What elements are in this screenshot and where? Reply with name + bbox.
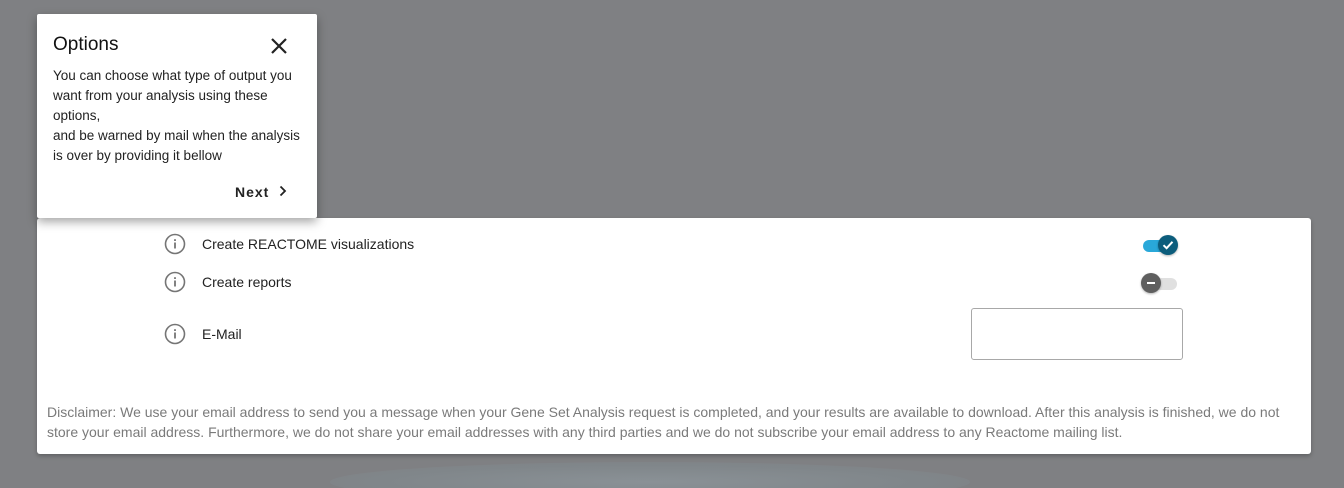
email-label: E-Mail [202, 326, 242, 342]
option-label: Create reports [202, 274, 292, 290]
visualizations-toggle[interactable] [1141, 234, 1179, 256]
check-icon [1162, 241, 1174, 250]
info-icon[interactable] [164, 323, 186, 345]
popover-title: Options [53, 34, 119, 55]
option-row-visualizations: Create REACTOME visualizations [164, 232, 414, 256]
option-row-reports: Create reports [164, 270, 291, 294]
next-button[interactable]: Next [235, 180, 287, 204]
minus-icon [1147, 282, 1155, 284]
option-label: Create REACTOME visualizations [202, 236, 415, 252]
close-button[interactable] [267, 34, 291, 58]
close-icon [271, 38, 287, 54]
background-decoration [330, 462, 970, 488]
info-icon[interactable] [164, 271, 186, 293]
disclaimer-text: Disclaimer: We use your email address to… [47, 404, 1280, 440]
info-icon[interactable] [164, 233, 186, 255]
toggle-knob [1141, 273, 1161, 293]
options-card: Create REACTOME visualizations Create re… [37, 218, 1311, 454]
chevron-right-icon [279, 184, 287, 200]
reports-toggle[interactable] [1141, 272, 1179, 294]
next-label: Next [235, 184, 270, 200]
email-field[interactable] [971, 308, 1183, 360]
toggle-knob [1158, 235, 1178, 255]
options-popover: Options You can choose what type of outp… [37, 14, 317, 218]
popover-body: You can choose what type of output you w… [53, 68, 300, 163]
option-row-email: E-Mail [164, 322, 242, 346]
